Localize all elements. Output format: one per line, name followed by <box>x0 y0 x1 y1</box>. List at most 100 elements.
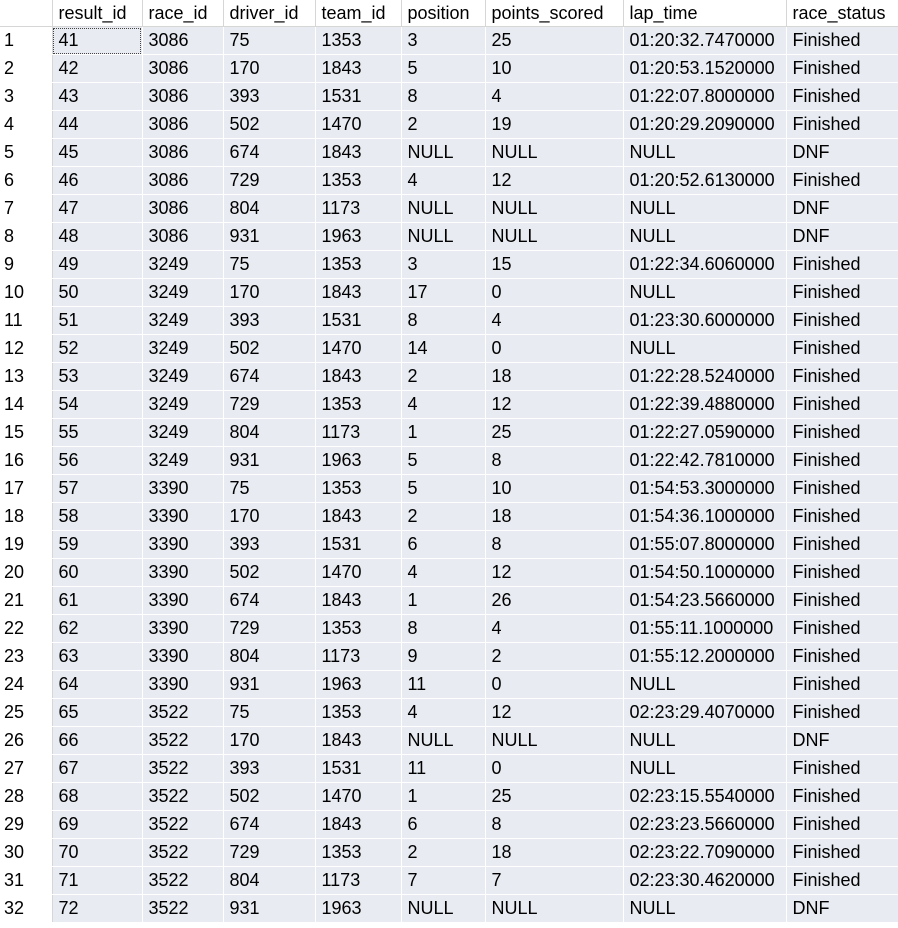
cell-position[interactable]: 1 <box>401 418 486 447</box>
table-row[interactable]: 12 52 3249 502 1470 14 0 NULL Finished <box>0 334 898 363</box>
cell-driver-id[interactable]: 393 <box>223 306 316 335</box>
cell-race-id[interactable]: 3390 <box>142 530 224 559</box>
cell-position[interactable]: 6 <box>401 810 486 839</box>
row-number-cell[interactable]: 23 <box>0 642 53 671</box>
table-row[interactable]: 15 55 3249 804 1173 1 25 01:22:27.0590000 Finish… <box>0 418 898 447</box>
cell-driver-id[interactable]: 75 <box>223 26 316 55</box>
cell-lap-time[interactable]: NULL <box>623 138 787 167</box>
row-number-cell[interactable]: 8 <box>0 222 53 251</box>
table-row[interactable]: 22 62 3390 729 1353 8 4 01:55:11.1000000 Finishe… <box>0 614 898 643</box>
table-row[interactable]: 16 56 3249 931 1963 5 8 01:22:42.7810000 Finishe… <box>0 446 898 475</box>
row-number-cell[interactable]: 16 <box>0 446 53 475</box>
cell-result-id[interactable]: 44 <box>52 110 143 139</box>
cell-result-id[interactable]: 41 <box>52 26 143 55</box>
cell-result-id[interactable]: 62 <box>52 614 143 643</box>
cell-race-id[interactable]: 3249 <box>142 278 224 307</box>
cell-team-id[interactable]: 1353 <box>315 390 402 419</box>
row-number-cell[interactable]: 31 <box>0 866 53 895</box>
row-number-cell[interactable]: 18 <box>0 502 53 531</box>
table-row[interactable]: 11 51 3249 393 1531 8 4 01:23:30.6000000 Finishe… <box>0 306 898 335</box>
cell-driver-id[interactable]: 502 <box>223 558 316 587</box>
table-row[interactable]: 10 50 3249 170 1843 17 0 NULL Finished <box>0 278 898 307</box>
cell-lap-time[interactable]: 01:55:12.2000000 <box>623 642 787 671</box>
cell-position[interactable]: 5 <box>401 446 486 475</box>
cell-position[interactable]: 8 <box>401 82 486 111</box>
cell-result-id[interactable]: 68 <box>52 782 143 811</box>
cell-lap-time[interactable]: 01:20:29.2090000 <box>623 110 787 139</box>
cell-race-id[interactable]: 3086 <box>142 26 224 55</box>
row-number-cell[interactable]: 21 <box>0 586 53 615</box>
cell-team-id[interactable]: 1531 <box>315 82 402 111</box>
cell-lap-time[interactable]: 01:54:23.5660000 <box>623 586 787 615</box>
column-header-race-id[interactable]: race_id <box>142 0 224 27</box>
cell-lap-time[interactable]: NULL <box>623 222 787 251</box>
cell-lap-time[interactable]: NULL <box>623 894 787 923</box>
table-row[interactable]: 14 54 3249 729 1353 4 12 01:22:39.4880000 Finish… <box>0 390 898 419</box>
cell-race-id[interactable]: 3522 <box>142 838 224 867</box>
cell-result-id[interactable]: 42 <box>52 54 143 83</box>
cell-team-id[interactable]: 1843 <box>315 54 402 83</box>
cell-team-id[interactable]: 1173 <box>315 642 402 671</box>
select-all-corner[interactable] <box>0 0 53 27</box>
cell-result-id[interactable]: 60 <box>52 558 143 587</box>
column-header-position[interactable]: position <box>401 0 486 27</box>
cell-race-status[interactable]: Finished <box>786 166 898 195</box>
cell-race-id[interactable]: 3390 <box>142 614 224 643</box>
cell-team-id[interactable]: 1843 <box>315 810 402 839</box>
cell-lap-time[interactable]: NULL <box>623 754 787 783</box>
table-row[interactable]: 32 72 3522 931 1963 NULL NULL NULL DNF <box>0 894 898 923</box>
cell-driver-id[interactable]: 729 <box>223 614 316 643</box>
cell-result-id[interactable]: 50 <box>52 278 143 307</box>
row-number-cell[interactable]: 15 <box>0 418 53 447</box>
row-number-cell[interactable]: 32 <box>0 894 53 923</box>
column-header-lap-time[interactable]: lap_time <box>623 0 787 27</box>
cell-race-status[interactable]: Finished <box>786 502 898 531</box>
cell-position[interactable]: 3 <box>401 26 486 55</box>
cell-race-id[interactable]: 3522 <box>142 698 224 727</box>
cell-team-id[interactable]: 1843 <box>315 362 402 391</box>
cell-driver-id[interactable]: 804 <box>223 418 316 447</box>
column-header-race-status[interactable]: race_status <box>786 0 898 27</box>
cell-result-id[interactable]: 61 <box>52 586 143 615</box>
cell-race-status[interactable]: Finished <box>786 390 898 419</box>
cell-position[interactable]: 8 <box>401 306 486 335</box>
cell-position[interactable]: NULL <box>401 194 486 223</box>
table-row[interactable]: 2 42 3086 170 1843 5 10 01:20:53.1520000 Finishe… <box>0 54 898 83</box>
cell-position[interactable]: 9 <box>401 642 486 671</box>
cell-position[interactable]: 5 <box>401 474 486 503</box>
cell-position[interactable]: 2 <box>401 110 486 139</box>
cell-team-id[interactable]: 1963 <box>315 222 402 251</box>
row-number-cell[interactable]: 7 <box>0 194 53 223</box>
cell-race-status[interactable]: DNF <box>786 138 898 167</box>
cell-position[interactable]: 3 <box>401 250 486 279</box>
cell-lap-time[interactable]: 01:22:28.5240000 <box>623 362 787 391</box>
cell-driver-id[interactable]: 674 <box>223 586 316 615</box>
cell-points-scored[interactable]: NULL <box>485 894 624 923</box>
cell-result-id[interactable]: 67 <box>52 754 143 783</box>
row-number-cell[interactable]: 10 <box>0 278 53 307</box>
cell-lap-time[interactable]: NULL <box>623 278 787 307</box>
cell-lap-time[interactable]: 01:20:52.6130000 <box>623 166 787 195</box>
cell-position[interactable]: 4 <box>401 390 486 419</box>
cell-team-id[interactable]: 1353 <box>315 838 402 867</box>
cell-driver-id[interactable]: 674 <box>223 138 316 167</box>
cell-result-id[interactable]: 66 <box>52 726 143 755</box>
cell-points-scored[interactable]: 0 <box>485 278 624 307</box>
cell-team-id[interactable]: 1173 <box>315 194 402 223</box>
cell-position[interactable]: NULL <box>401 138 486 167</box>
cell-points-scored[interactable]: 4 <box>485 306 624 335</box>
cell-position[interactable]: NULL <box>401 726 486 755</box>
cell-team-id[interactable]: 1470 <box>315 110 402 139</box>
cell-team-id[interactable]: 1531 <box>315 754 402 783</box>
cell-team-id[interactable]: 1353 <box>315 166 402 195</box>
cell-driver-id[interactable]: 729 <box>223 390 316 419</box>
cell-position[interactable]: NULL <box>401 894 486 923</box>
table-row[interactable]: 3 43 3086 393 1531 8 4 01:22:07.8000000 Finished <box>0 82 898 111</box>
table-row[interactable]: 30 70 3522 729 1353 2 18 02:23:22.7090000 Finish… <box>0 838 898 867</box>
cell-points-scored[interactable]: NULL <box>485 138 624 167</box>
cell-lap-time[interactable]: NULL <box>623 194 787 223</box>
cell-lap-time[interactable]: 01:54:53.3000000 <box>623 474 787 503</box>
row-number-cell[interactable]: 25 <box>0 698 53 727</box>
cell-result-id[interactable]: 54 <box>52 390 143 419</box>
cell-race-id[interactable]: 3522 <box>142 810 224 839</box>
